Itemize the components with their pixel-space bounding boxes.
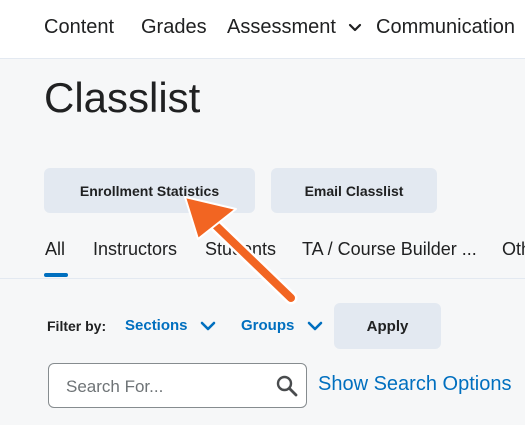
page-title: Classlist bbox=[44, 74, 201, 121]
nav-item-assessment-label: Assessment bbox=[227, 16, 336, 38]
course-navbar: Content Grades Assessment Communication bbox=[0, 0, 525, 59]
nav-item-grades[interactable]: Grades bbox=[141, 16, 207, 39]
chevron-down-icon bbox=[307, 321, 322, 331]
search-box bbox=[48, 363, 307, 408]
tab-instructors[interactable]: Instructors bbox=[93, 239, 177, 260]
apply-filter-button[interactable]: Apply bbox=[334, 303, 441, 349]
show-search-options-link[interactable]: Show Search Options bbox=[318, 373, 511, 396]
chevron-down-icon bbox=[200, 321, 216, 331]
email-classlist-button[interactable]: Email Classlist bbox=[271, 168, 437, 213]
selected-tab-indicator bbox=[44, 273, 68, 277]
tab-all[interactable]: All bbox=[45, 239, 65, 260]
sections-filter-dropdown[interactable]: Sections bbox=[125, 317, 216, 334]
search-input[interactable] bbox=[64, 374, 268, 400]
nav-item-content[interactable]: Content bbox=[44, 16, 114, 39]
tab-ta-course-builder[interactable]: TA / Course Builder ... bbox=[302, 239, 477, 260]
sections-filter-label: Sections bbox=[125, 317, 188, 334]
tab-students[interactable]: Students bbox=[205, 239, 276, 260]
chevron-down-icon bbox=[348, 23, 361, 31]
groups-filter-label: Groups bbox=[241, 317, 295, 334]
nav-item-assessment[interactable]: Assessment bbox=[227, 16, 362, 39]
enrollment-statistics-button[interactable]: Enrollment Statistics bbox=[44, 168, 255, 213]
filter-label: Filter by: bbox=[47, 318, 107, 334]
groups-filter-dropdown[interactable]: Groups bbox=[241, 317, 323, 334]
role-tabs: All Instructors Students TA / Course Bui… bbox=[0, 228, 525, 279]
tab-other[interactable]: Oth bbox=[502, 239, 525, 260]
nav-item-communication[interactable]: Communication bbox=[376, 16, 515, 39]
search-icon[interactable] bbox=[276, 375, 298, 397]
